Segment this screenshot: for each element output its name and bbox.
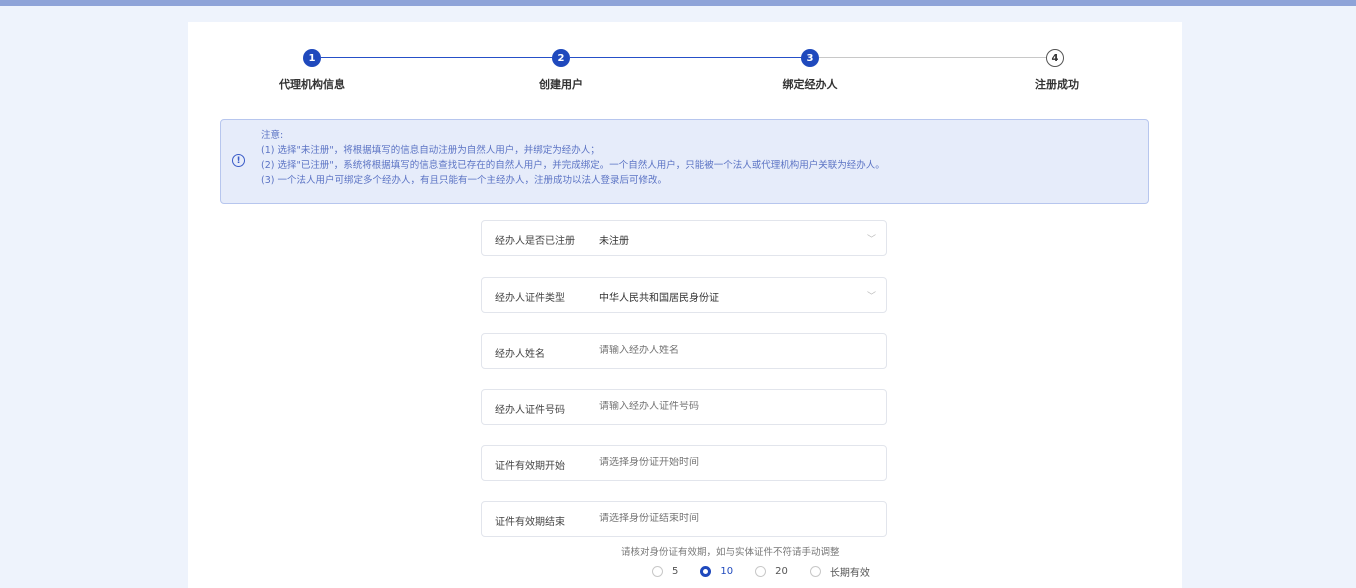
radio-circle[interactable] xyxy=(652,566,663,577)
radio-circle[interactable] xyxy=(809,566,821,577)
notice-line: (3) 一个法人用户可绑定多个经办人，有且只能有一个主经办人，注册成功以法人登录… xyxy=(261,175,667,186)
radio-label: 10 xyxy=(720,566,734,577)
step-connector xyxy=(570,57,809,58)
name-input[interactable] xyxy=(599,345,869,356)
valid-end-field[interactable]: 证件有效期结束 xyxy=(481,501,887,537)
step-1-label: 代理机构信息 xyxy=(279,78,345,91)
step-4-dot: 4 xyxy=(1046,49,1064,67)
radio-5[interactable]: 5 xyxy=(652,566,678,577)
valid-end-input[interactable] xyxy=(599,513,869,524)
radio-10[interactable]: 10 xyxy=(700,566,733,577)
notice-box: ! 注意: (1) 选择"未注册"，将根据填写的信息自动注册为自然人用户，并绑定… xyxy=(220,119,1149,204)
valid-start-input[interactable] xyxy=(599,457,869,468)
notice-line: (1) 选择"未注册"，将根据填写的信息自动注册为自然人用户，并绑定为经办人； xyxy=(261,145,600,156)
name-label: 经办人姓名 xyxy=(495,349,545,360)
step-connector xyxy=(321,57,561,58)
radio-label: 20 xyxy=(775,566,788,577)
id-number-field[interactable]: 经办人证件号码 xyxy=(481,389,887,425)
step-2-label: 创建用户 xyxy=(539,78,583,91)
top-bar xyxy=(0,0,1356,6)
registered-select[interactable]: 经办人是否已注册 未注册 ﹀ xyxy=(481,220,887,256)
valid-start-label: 证件有效期开始 xyxy=(495,461,565,472)
radio-circle[interactable] xyxy=(755,566,767,577)
validity-radio-group: 5 10 20 长期有效 xyxy=(652,564,892,579)
notice-line: (2) 选择"已注册"，系统将根据填写的信息查找已存在的自然人用户，并完成绑定。… xyxy=(261,160,885,171)
step-4-label: 注册成功 xyxy=(1035,78,1079,91)
radio-20[interactable]: 20 xyxy=(755,566,788,577)
id-type-select[interactable]: 经办人证件类型 中华人民共和国居民身份证 ﹀ xyxy=(481,277,887,313)
id-number-label: 经办人证件号码 xyxy=(495,405,565,416)
info-icon: ! xyxy=(232,154,245,167)
validity-hint: 请核对身份证有效期，如与实体证件不符请手动调整 xyxy=(621,547,840,558)
valid-start-field[interactable]: 证件有效期开始 xyxy=(481,445,887,481)
step-2-dot: 2 xyxy=(552,49,570,67)
stepper: 1 2 3 4 代理机构信息 创建用户 绑定经办人 注册成功 xyxy=(188,22,1182,102)
step-3-dot: 3 xyxy=(801,49,819,67)
registration-card: 1 2 3 4 代理机构信息 创建用户 绑定经办人 注册成功 ! 注意: (1)… xyxy=(188,22,1182,588)
name-field[interactable]: 经办人姓名 xyxy=(481,333,887,369)
step-1-dot: 1 xyxy=(303,49,321,67)
radio-label: 长期有效 xyxy=(829,568,870,579)
step-3-label: 绑定经办人 xyxy=(782,78,838,91)
registered-value: 未注册 xyxy=(599,236,629,247)
radio-label: 5 xyxy=(672,566,679,577)
radio-circle[interactable] xyxy=(700,566,712,577)
notice-text: 注意: (1) 选择"未注册"，将根据填写的信息自动注册为自然人用户，并绑定为经… xyxy=(261,128,885,188)
chevron-down-icon: ﹀ xyxy=(866,235,876,245)
id-type-value: 中华人民共和国居民身份证 xyxy=(599,293,719,304)
registered-label: 经办人是否已注册 xyxy=(495,236,575,247)
chevron-down-icon: ﹀ xyxy=(866,292,876,302)
id-type-label: 经办人证件类型 xyxy=(495,293,565,304)
valid-end-label: 证件有效期结束 xyxy=(495,517,565,528)
radio-long-term[interactable]: 长期有效 xyxy=(809,564,870,579)
id-number-input[interactable] xyxy=(599,401,869,412)
step-connector xyxy=(819,57,1046,58)
notice-title: 注意: xyxy=(261,130,284,141)
